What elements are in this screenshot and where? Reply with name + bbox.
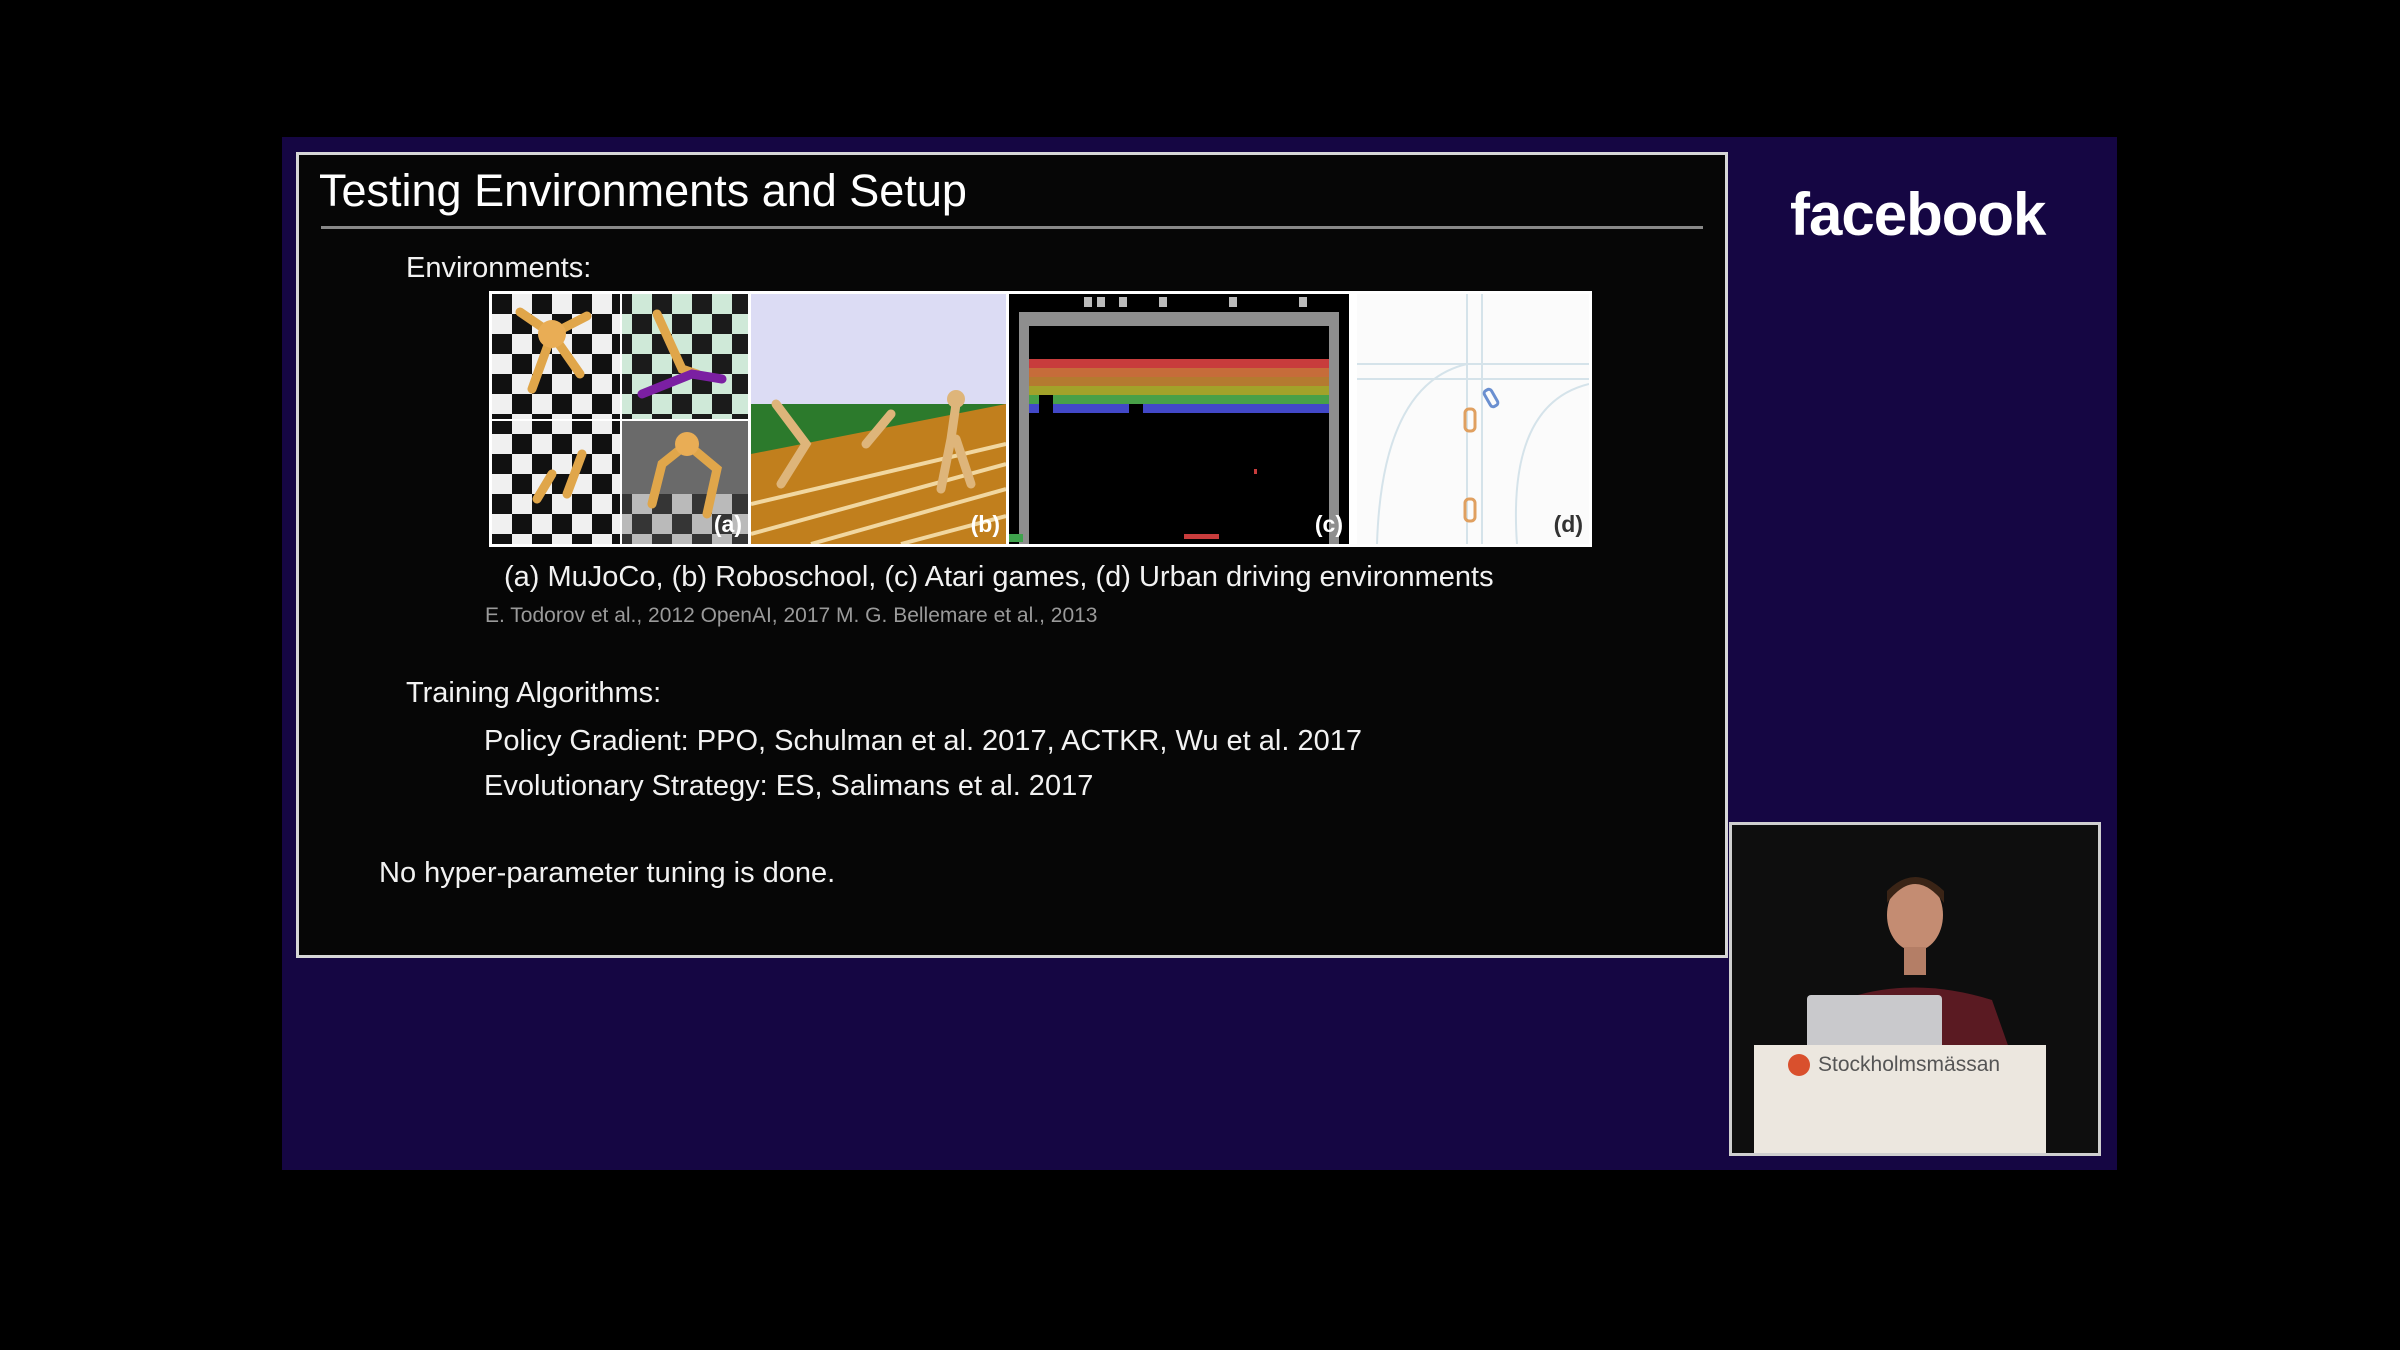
slide-title: Testing Environments and Setup [319, 165, 967, 216]
roboschool-image: (b) [751, 294, 1006, 544]
panel-d-label: (d) [1553, 511, 1583, 537]
environments-caption: (a) MuJoCo, (b) Roboschool, (c) Atari ga… [504, 561, 1494, 593]
facebook-logo: facebook [1790, 181, 2046, 248]
urban-driving-image: (d) [1357, 294, 1589, 544]
training-algorithms-heading: Training Algorithms: [406, 677, 662, 709]
tuning-note: No hyper-parameter tuning is done. [379, 857, 836, 889]
podium-label: Stockholmsmässan [1818, 1053, 2001, 1076]
speaker-camera-inset: Stockholmsmässan [1729, 822, 2101, 1156]
atari-image: (c) [1009, 294, 1349, 544]
venue-logo-icon [1788, 1054, 1810, 1076]
algorithm-evolutionary-strategy: Evolutionary Strategy: ES, Salimans et a… [484, 770, 1094, 802]
panel-b-label: (b) [970, 511, 1000, 537]
panel-a-label: (a) [713, 511, 742, 537]
title-divider [321, 226, 1703, 229]
panel-c-label: (c) [1314, 511, 1343, 537]
mujoco-image: (a) [492, 294, 748, 544]
environment-images-strip: (a) (b) (c) (d) [489, 291, 1592, 547]
algorithm-policy-gradient: Policy Gradient: PPO, Schulman et al. 20… [484, 725, 1362, 757]
environments-heading: Environments: [406, 252, 592, 284]
podium: Stockholmsmässan [1754, 1045, 2046, 1153]
environment-citations: E. Todorov et al., 2012 OpenAI, 2017 M. … [485, 604, 1098, 627]
presentation-slide: Testing Environments and Setup Environme… [296, 152, 1728, 958]
